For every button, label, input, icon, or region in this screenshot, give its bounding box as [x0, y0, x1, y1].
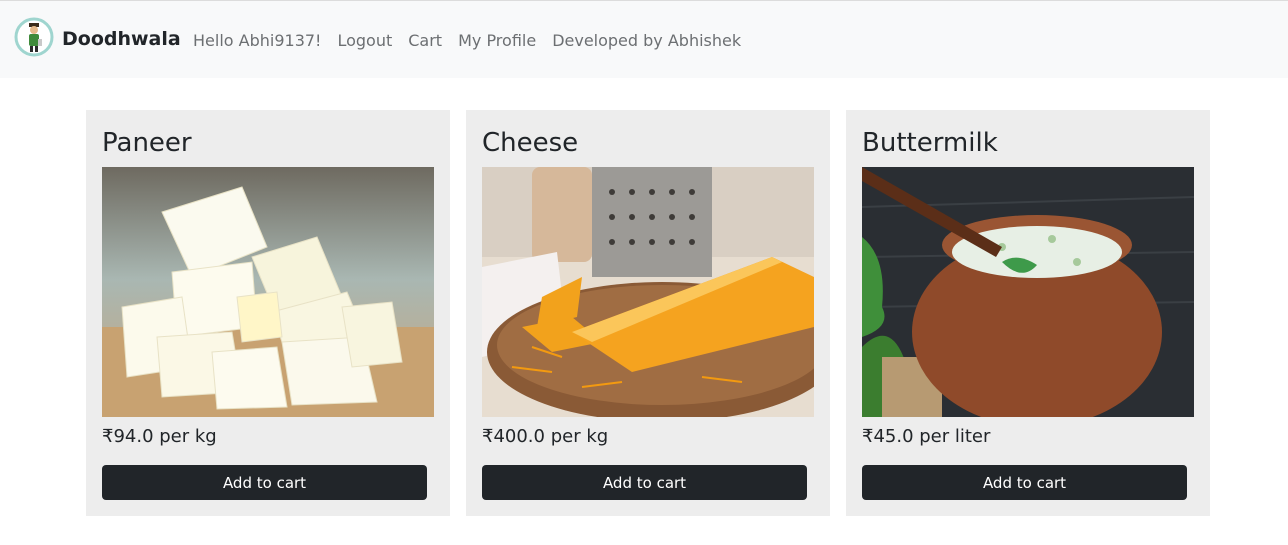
- buttermilk-image: [862, 167, 1194, 417]
- nav-profile-link[interactable]: My Profile: [458, 31, 536, 51]
- nav-links: Hello Abhi9137! Logout Cart My Profile D…: [193, 31, 741, 51]
- milkman-logo-icon[interactable]: [14, 17, 54, 57]
- nav-greeting[interactable]: Hello Abhi9137!: [193, 31, 321, 51]
- nav-logout-link[interactable]: Logout: [337, 31, 392, 51]
- paneer-image: [102, 167, 434, 417]
- product-title: Buttermilk: [862, 128, 998, 158]
- product-title: Paneer: [102, 128, 192, 158]
- product-price: ₹400.0 per kg: [482, 426, 609, 447]
- nav-cart-link[interactable]: Cart: [408, 31, 442, 51]
- add-to-cart-button[interactable]: Add to cart: [102, 465, 427, 500]
- add-to-cart-button[interactable]: Add to cart: [862, 465, 1187, 500]
- product-card-cheese: Cheese ₹400.0 per kg Add to cart: [466, 110, 830, 516]
- product-price: ₹94.0 per kg: [102, 426, 217, 447]
- product-card-buttermilk: Buttermilk ₹45.0 per liter Add to cart: [846, 110, 1210, 516]
- cheese-image: [482, 167, 814, 417]
- product-title: Cheese: [482, 128, 579, 158]
- product-price: ₹45.0 per liter: [862, 426, 991, 447]
- navbar: Doodhwala Hello Abhi9137! Logout Cart My…: [0, 0, 1288, 78]
- add-to-cart-button[interactable]: Add to cart: [482, 465, 807, 500]
- product-card-paneer: Paneer ₹94.0 per kg Add to cart: [86, 110, 450, 516]
- brand-name[interactable]: Doodhwala: [62, 28, 181, 50]
- nav-developer-link[interactable]: Developed by Abhishek: [552, 31, 741, 51]
